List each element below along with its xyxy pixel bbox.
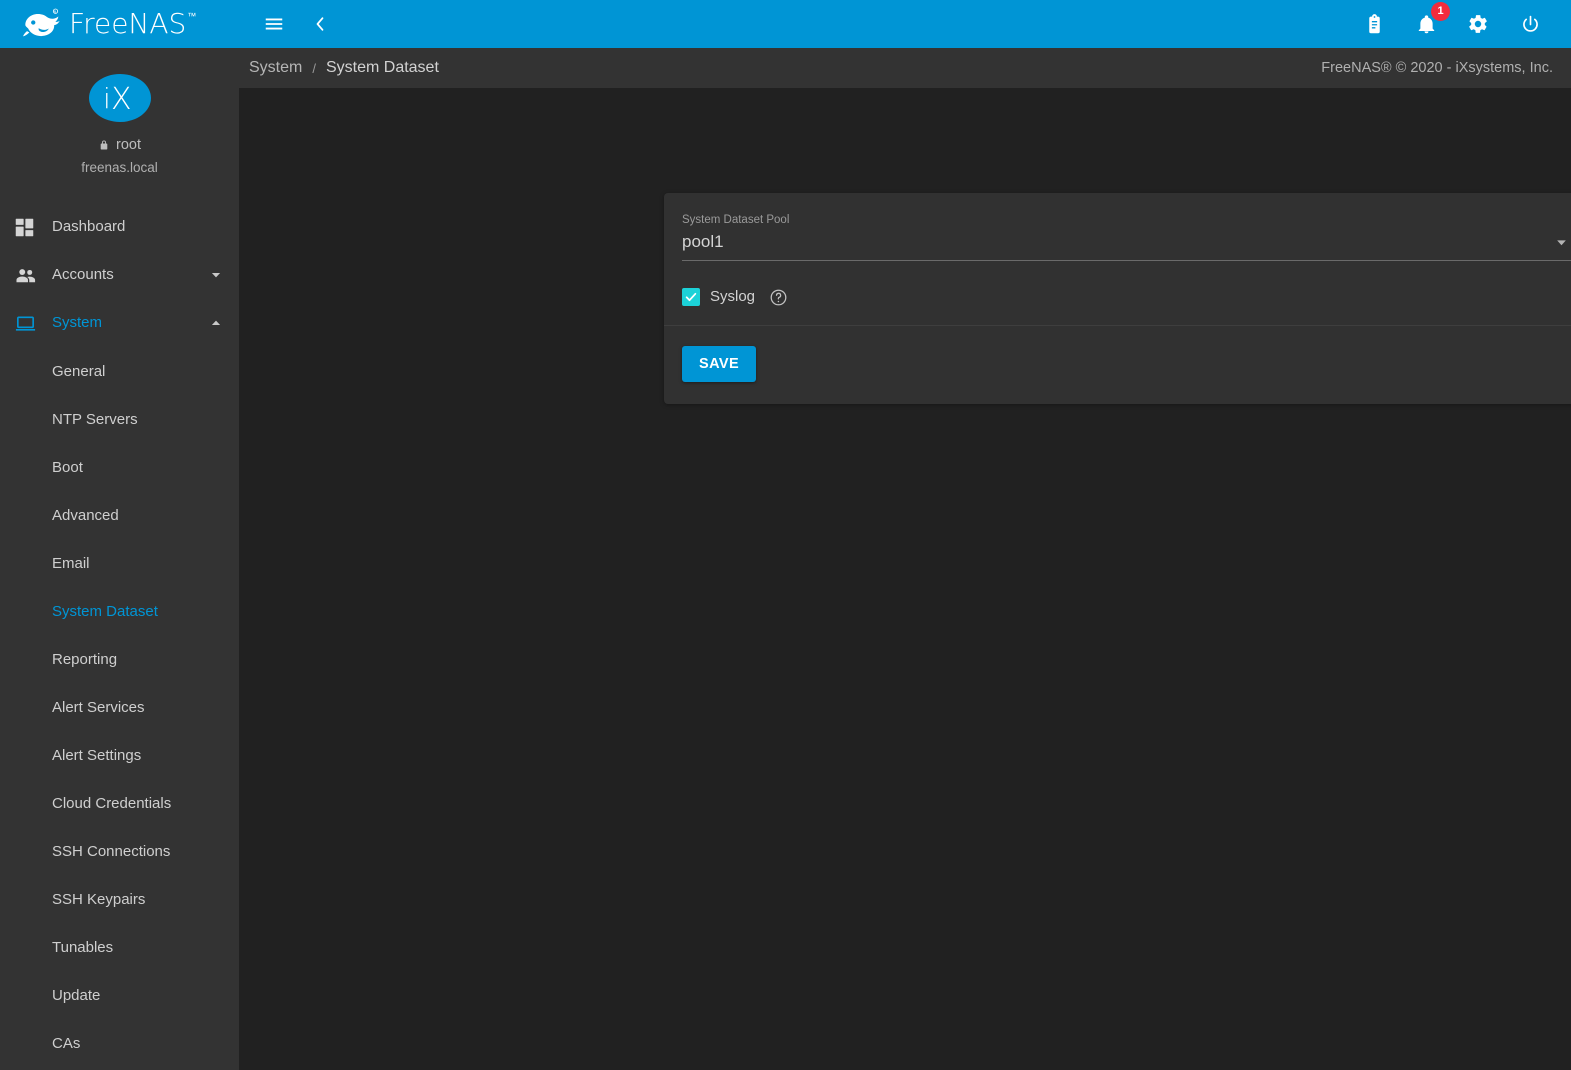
tasks-clipboard-icon[interactable] xyxy=(1359,9,1389,39)
menu-toggle-icon[interactable] xyxy=(259,9,289,39)
chevron-left-icon[interactable] xyxy=(305,9,335,39)
subnav-label: General xyxy=(52,363,105,380)
brand-name: FreeNAS xyxy=(69,9,186,39)
breadcrumb-root[interactable]: System xyxy=(249,58,302,78)
dropdown-caret-icon[interactable] xyxy=(1550,236,1571,249)
form-actions: SAVE xyxy=(664,326,1571,404)
subnav-label: NTP Servers xyxy=(52,411,138,428)
syslog-help-circle-icon[interactable] xyxy=(765,288,791,307)
breadcrumb: System / System Dataset xyxy=(249,58,439,78)
subnav-label: Boot xyxy=(52,459,83,476)
breadcrumb-separator: / xyxy=(312,61,316,76)
subnav-label: Alert Settings xyxy=(52,747,141,764)
subnav-label: Email xyxy=(52,555,90,572)
sidebar-item-reporting[interactable]: Reporting xyxy=(0,635,239,683)
main-content: System Dataset Pool pool1 xyxy=(239,88,1571,1070)
chevron-up-icon[interactable] xyxy=(207,316,225,330)
pool-select[interactable]: pool1 xyxy=(682,229,1571,261)
syslog-checkbox[interactable] xyxy=(682,288,700,306)
sidebar-subnav-system: General NTP Servers Boot Advanced Email … xyxy=(0,347,239,1067)
breadcrumb-bar: System / System Dataset FreeNAS® © 2020 … xyxy=(239,48,1571,88)
sidebar-item-tunables[interactable]: Tunables xyxy=(0,923,239,971)
subnav-label: Update xyxy=(52,987,100,1004)
sidebar: i X root freenas.local xyxy=(0,48,239,1070)
sidebar-item-dashboard[interactable]: Dashboard xyxy=(0,203,239,251)
notification-badge: 1 xyxy=(1431,2,1450,21)
subnav-label: Tunables xyxy=(52,939,113,956)
body-row: i X root freenas.local xyxy=(0,48,1571,1070)
sidebar-nav: Dashboard Accounts xyxy=(0,199,239,1070)
svg-text:X: X xyxy=(111,82,132,117)
ix-logo-avatar: i X xyxy=(89,74,151,122)
brand-wordmark: FreeNAS ™ xyxy=(69,9,196,39)
subnav-label: CAs xyxy=(52,1035,80,1052)
sidebar-item-label: Dashboard xyxy=(52,217,225,237)
system-dataset-form-card: System Dataset Pool pool1 xyxy=(664,193,1571,404)
pool-field-label: System Dataset Pool xyxy=(682,213,1571,227)
topbar-right-actions: 1 xyxy=(1359,9,1571,39)
sidebar-item-label: Accounts xyxy=(52,265,207,285)
people-icon xyxy=(14,264,52,287)
subnav-label: SSH Connections xyxy=(52,843,170,860)
sidebar-item-ssh-keypairs[interactable]: SSH Keypairs xyxy=(0,875,239,923)
chevron-down-icon[interactable] xyxy=(207,268,225,282)
subnav-label: Alert Services xyxy=(52,699,145,716)
pool-select-value: pool1 xyxy=(682,231,1550,253)
top-bar: R FreeNAS ™ xyxy=(0,0,1571,48)
sidebar-item-update[interactable]: Update xyxy=(0,971,239,1019)
dashboard-grid-icon xyxy=(14,217,52,238)
user-name: root xyxy=(116,136,141,154)
sidebar-item-cas[interactable]: CAs xyxy=(0,1019,239,1067)
pool-select-row: pool1 xyxy=(682,229,1571,261)
form-section: System Dataset Pool pool1 xyxy=(664,193,1571,325)
system-dataset-pool-field: System Dataset Pool pool1 xyxy=(682,207,1571,261)
lock-icon xyxy=(98,138,110,152)
copyright-text: FreeNAS® © 2020 - iXsystems, Inc. xyxy=(1321,59,1553,77)
sidebar-item-system-dataset[interactable]: System Dataset xyxy=(0,587,239,635)
sidebar-item-general[interactable]: General xyxy=(0,347,239,395)
sidebar-item-accounts[interactable]: Accounts xyxy=(0,251,239,299)
subnav-label: SSH Keypairs xyxy=(52,891,145,908)
freenas-app: R FreeNAS ™ xyxy=(0,0,1571,1070)
sidebar-item-cloud-credentials[interactable]: Cloud Credentials xyxy=(0,779,239,827)
sidebar-item-alert-settings[interactable]: Alert Settings xyxy=(0,731,239,779)
brand-trademark: ™ xyxy=(187,11,196,21)
user-hostname: freenas.local xyxy=(0,159,239,177)
svg-text:i: i xyxy=(103,82,111,115)
sidebar-item-system[interactable]: System xyxy=(0,299,239,347)
breadcrumb-current: System Dataset xyxy=(326,58,439,78)
save-button[interactable]: SAVE xyxy=(682,346,756,382)
subnav-label: Advanced xyxy=(52,507,119,524)
sidebar-item-boot[interactable]: Boot xyxy=(0,443,239,491)
brand-logo: R FreeNAS ™ xyxy=(22,8,196,40)
syslog-checkbox-row: Syslog xyxy=(682,287,1571,307)
freenas-fish-logo-icon: R xyxy=(22,8,62,40)
brand-logo-area[interactable]: R FreeNAS ™ xyxy=(0,0,239,48)
topbar-left-actions xyxy=(239,9,335,39)
subnav-label: Cloud Credentials xyxy=(52,795,171,812)
sidebar-item-email[interactable]: Email xyxy=(0,539,239,587)
notifications-bell-icon[interactable]: 1 xyxy=(1411,9,1441,39)
sidebar-item-ntp-servers[interactable]: NTP Servers xyxy=(0,395,239,443)
user-block: i X root freenas.local xyxy=(0,48,239,199)
syslog-label: Syslog xyxy=(710,287,755,307)
content-column: System / System Dataset FreeNAS® © 2020 … xyxy=(239,48,1571,1070)
sidebar-item-alert-services[interactable]: Alert Services xyxy=(0,683,239,731)
gear-icon[interactable] xyxy=(1463,9,1493,39)
laptop-icon xyxy=(14,312,52,335)
sidebar-item-label: System xyxy=(52,313,207,333)
subnav-label: Reporting xyxy=(52,651,117,668)
power-icon[interactable] xyxy=(1515,9,1545,39)
subnav-label: System Dataset xyxy=(52,603,158,620)
sidebar-item-advanced[interactable]: Advanced xyxy=(0,491,239,539)
user-name-row: root xyxy=(0,136,239,154)
sidebar-item-ssh-connections[interactable]: SSH Connections xyxy=(0,827,239,875)
